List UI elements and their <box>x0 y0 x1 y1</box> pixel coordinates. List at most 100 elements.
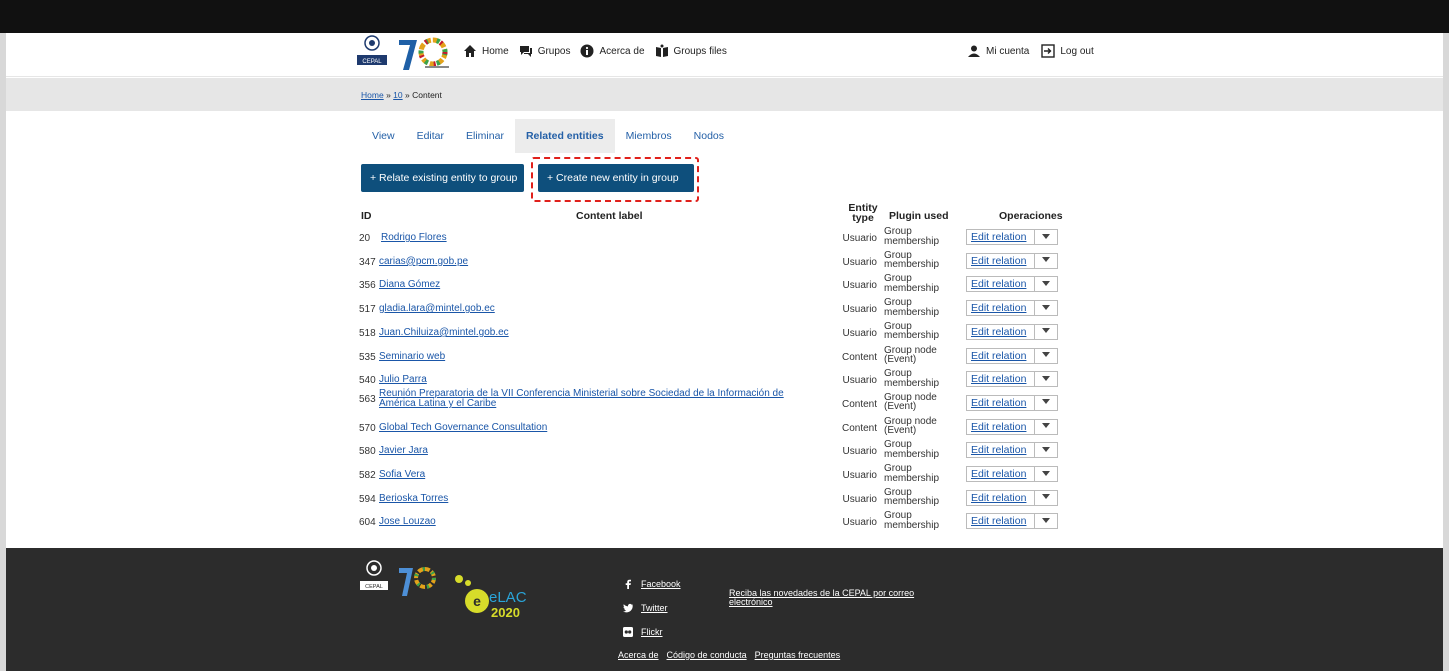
social-twitter-link[interactable]: Twitter <box>641 603 668 613</box>
row-content-label-text[interactable]: Sofia Vera <box>379 469 425 480</box>
row-content-label-text[interactable]: carias@pcm.gob.pe <box>379 256 468 267</box>
social-twitter[interactable]: Twitter <box>623 596 681 620</box>
operations-dropdown-toggle[interactable] <box>1035 470 1057 479</box>
row-content-label[interactable]: carias@pcm.gob.pe <box>379 256 468 267</box>
create-new-entity-button[interactable]: + Create new entity in group <box>538 164 694 192</box>
row-content-label-text[interactable]: Seminario web <box>379 351 445 362</box>
nav-home[interactable]: Home <box>463 44 509 58</box>
edit-relation-link[interactable]: Edit relation <box>967 230 1035 244</box>
edit-relation-link[interactable]: Edit relation <box>967 348 1035 363</box>
operations-dropdown-toggle[interactable] <box>1035 280 1057 289</box>
row-content-label-text[interactable]: Julio Parra <box>379 374 427 385</box>
tab-eliminar[interactable]: Eliminar <box>455 119 515 153</box>
row-operations: Edit relation <box>966 442 1058 459</box>
row-content-label[interactable]: gladia.lara@mintel.gob.ec <box>379 304 495 314</box>
row-plugin-line2: (Event) <box>884 401 917 413</box>
edit-relation-link[interactable]: Edit relation <box>967 277 1035 292</box>
operations-dropdown-toggle[interactable] <box>1035 446 1057 455</box>
row-content-label[interactable]: Juan.Chiluiza@mintel.gob.ec <box>379 327 509 338</box>
footer-link-codigo[interactable]: Código de conducta <box>667 650 747 660</box>
nav-groups-files[interactable]: Groups files <box>655 44 727 58</box>
row-content-label[interactable]: Jose Louzao <box>379 517 436 527</box>
chat-icon <box>519 46 532 57</box>
row-content-label-text[interactable]: Berioska Torres <box>379 493 448 504</box>
edit-relation-link[interactable]: Edit relation <box>967 443 1035 458</box>
social-facebook[interactable]: Facebook <box>623 572 681 596</box>
row-content-label-text-2[interactable]: América Latina y el Caribe <box>379 398 496 409</box>
row-plugin-used: Group membership <box>884 440 954 460</box>
row-entity-type: Content <box>841 422 877 434</box>
edit-relation-link[interactable]: Edit relation <box>967 253 1035 268</box>
operations-dropdown-toggle[interactable] <box>1035 327 1057 336</box>
operations-dropdown-toggle[interactable] <box>1035 398 1057 407</box>
row-content-label-text[interactable]: Javier Jara <box>379 445 428 456</box>
nav-log-out[interactable]: Log out <box>1041 44 1094 58</box>
newsletter-link[interactable]: Reciba las novedades de la CEPAL por cor… <box>729 589 919 607</box>
footer-link-preguntas[interactable]: Preguntas frecuentes <box>755 650 841 660</box>
row-operations: Edit relation <box>966 276 1058 293</box>
social-flickr-link[interactable]: Flickr <box>641 627 663 637</box>
operations-dropdown-toggle[interactable] <box>1035 375 1057 384</box>
tab-editar[interactable]: Editar <box>406 119 455 153</box>
nav-acerca[interactable]: Acerca de <box>580 44 645 58</box>
edit-relation-link[interactable]: Edit relation <box>967 395 1035 410</box>
footer-link-acerca[interactable]: Acerca de <box>618 650 659 660</box>
operations-dropdown-toggle[interactable] <box>1035 233 1057 242</box>
breadcrumb-home-link[interactable]: Home <box>361 90 384 100</box>
chevron-down-icon <box>1042 233 1050 239</box>
nav-mi-cuenta[interactable]: Mi cuenta <box>967 44 1029 58</box>
row-content-label[interactable]: Javier Jara <box>379 446 428 456</box>
edit-relation-link[interactable]: Edit relation <box>967 324 1035 339</box>
un-logo[interactable]: CEPAL <box>355 33 389 71</box>
row-content-label[interactable]: Reunión Preparatoria de la VII Conferenc… <box>379 388 784 409</box>
nav-grupos[interactable]: Grupos <box>519 44 570 58</box>
footer-cepal-70-logo[interactable] <box>397 564 439 598</box>
tab-view[interactable]: View <box>361 119 406 153</box>
operations-dropdown-toggle[interactable] <box>1035 351 1057 360</box>
edit-relation-link[interactable]: Edit relation <box>967 419 1035 434</box>
row-content-label[interactable]: Berioska Torres <box>379 493 448 504</box>
row-content-label-text[interactable]: Diana Gómez <box>379 279 440 290</box>
edit-relation-link[interactable]: Edit relation <box>967 372 1035 387</box>
facebook-icon <box>625 579 631 589</box>
row-content-label[interactable]: Julio Parra <box>379 375 427 385</box>
operations-dropdown-toggle[interactable] <box>1035 256 1057 265</box>
row-content-label-text[interactable]: Global Tech Governance Consultation <box>379 422 547 433</box>
social-facebook-link[interactable]: Facebook <box>641 579 681 589</box>
tab-miembros[interactable]: Miembros <box>615 119 683 153</box>
cepal-70-logo[interactable] <box>397 36 453 72</box>
footer-un-logo[interactable]: CEPAL <box>359 557 389 597</box>
footer-elac-logo[interactable]: e eLAC 2020 <box>453 573 533 623</box>
tab-nodos[interactable]: Nodos <box>683 119 735 153</box>
tab-related-entities[interactable]: Related entities <box>514 119 615 153</box>
twitter-icon <box>623 603 633 613</box>
row-content-label-text[interactable]: gladia.lara@mintel.gob.ec <box>379 303 495 314</box>
edit-relation-link[interactable]: Edit relation <box>967 490 1035 505</box>
row-content-label[interactable]: Rodrigo Flores <box>381 233 447 243</box>
row-content-label[interactable]: Seminario web <box>379 351 445 362</box>
row-operations: Edit relation <box>966 418 1058 435</box>
breadcrumb-group-link[interactable]: 10 <box>393 90 402 100</box>
nav-groups-files-label: Groups files <box>673 45 727 57</box>
header-plugin-used: Plugin used <box>889 210 949 222</box>
row-content-label[interactable]: Sofia Vera <box>379 470 425 480</box>
edit-relation-link[interactable]: Edit relation <box>967 467 1035 481</box>
operations-dropdown-toggle[interactable] <box>1035 304 1057 313</box>
operations-dropdown-toggle[interactable] <box>1035 493 1057 502</box>
relate-existing-entity-button[interactable]: + Relate existing entity to group <box>361 164 524 192</box>
row-operations: Edit relation <box>966 347 1058 364</box>
edit-relation-link[interactable]: Edit relation <box>967 301 1035 316</box>
social-flickr[interactable]: Flickr <box>623 620 681 644</box>
row-content-label[interactable]: Global Tech Governance Consultation <box>379 422 547 433</box>
row-content-label[interactable]: Diana Gómez <box>379 280 440 290</box>
row-content-label-text[interactable]: Juan.Chiluiza@mintel.gob.ec <box>379 327 509 338</box>
header-entity-type: Entity type <box>846 203 880 224</box>
operations-dropdown-toggle[interactable] <box>1035 422 1057 431</box>
chevron-down-icon <box>1042 304 1050 310</box>
edit-relation-link[interactable]: Edit relation <box>967 514 1035 529</box>
row-entity-type: Content <box>841 351 877 363</box>
main-nav: Home Grupos Acerca de Groups files <box>463 44 727 58</box>
row-content-label-text[interactable]: Jose Louzao <box>379 516 436 527</box>
row-content-label-text[interactable]: Rodrigo Flores <box>381 232 447 243</box>
operations-dropdown-toggle[interactable] <box>1035 517 1057 526</box>
